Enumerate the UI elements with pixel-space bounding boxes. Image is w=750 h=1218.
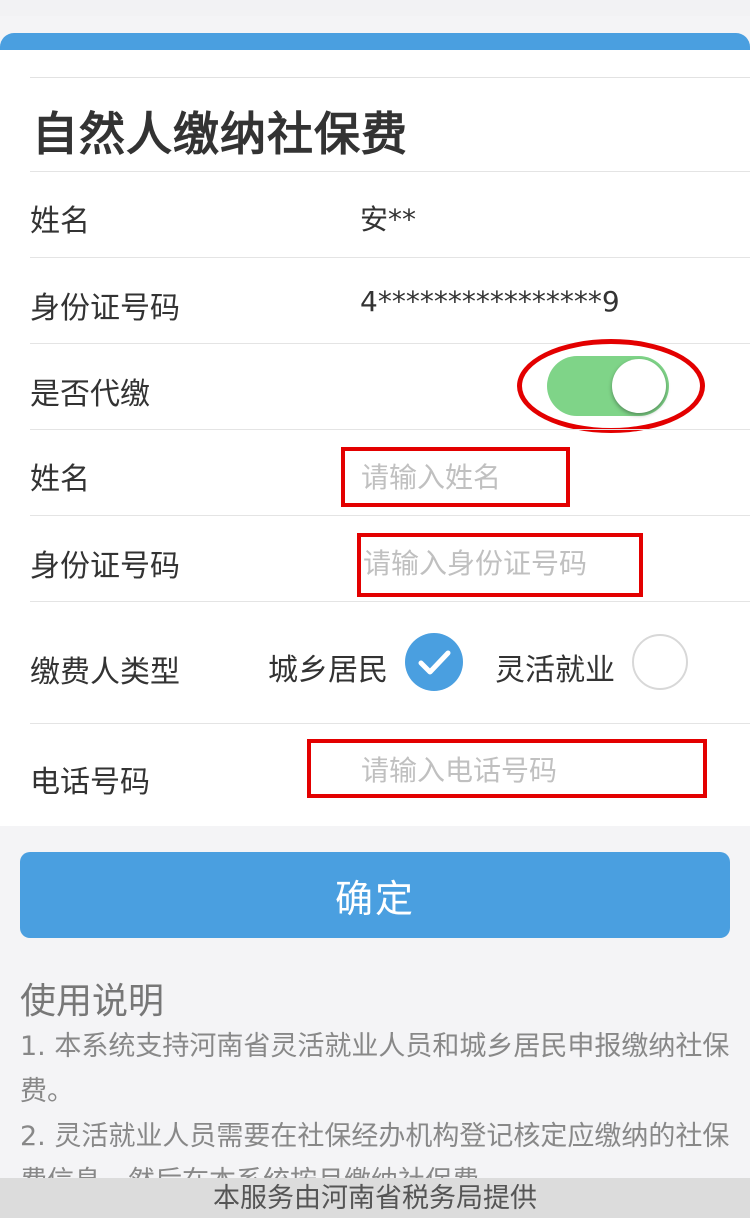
checkmark-icon	[418, 650, 451, 675]
name-label: 姓名	[30, 204, 90, 239]
payer-name-label: 姓名	[30, 462, 90, 497]
footer: 本服务由河南省税务局提供	[0, 1178, 750, 1218]
name-value: 安**	[360, 203, 417, 236]
divider	[30, 77, 750, 78]
annotation-box	[341, 447, 570, 507]
proxy-label: 是否代缴	[30, 377, 150, 412]
radio-flexible[interactable]	[632, 634, 688, 690]
payer-id-label: 身份证号码	[30, 549, 180, 584]
top-strip	[0, 0, 750, 16]
radio-label-flexible[interactable]: 灵活就业	[495, 645, 615, 689]
id-label: 身份证号码	[30, 291, 180, 326]
annotation-box	[357, 533, 643, 597]
payer-type-label: 缴费人类型	[30, 655, 180, 690]
phone-label: 电话号码	[30, 765, 150, 800]
instruction-item: 2. 灵活就业人员需要在社保经办机构登记核定应缴纳的社保费信息，然后在本系统按月…	[20, 1121, 730, 1178]
id-row: 身份证号码 4****************9	[30, 257, 750, 343]
radio-urban-rural[interactable]	[405, 633, 463, 691]
confirm-button[interactable]: 确定	[20, 852, 730, 938]
page-title: 自然人缴纳社保费	[32, 107, 408, 161]
id-value: 4****************9	[360, 285, 620, 318]
instruction-item: 1. 本系统支持河南省灵活就业人员和城乡居民申报缴纳社保费。	[20, 1031, 730, 1107]
radio-label-urban-rural[interactable]: 城乡居民	[268, 645, 388, 689]
annotation-box	[307, 739, 707, 798]
instructions-title: 使用说明	[20, 981, 165, 1022]
annotation-ellipse	[517, 339, 705, 433]
name-row: 姓名 安**	[30, 171, 750, 257]
